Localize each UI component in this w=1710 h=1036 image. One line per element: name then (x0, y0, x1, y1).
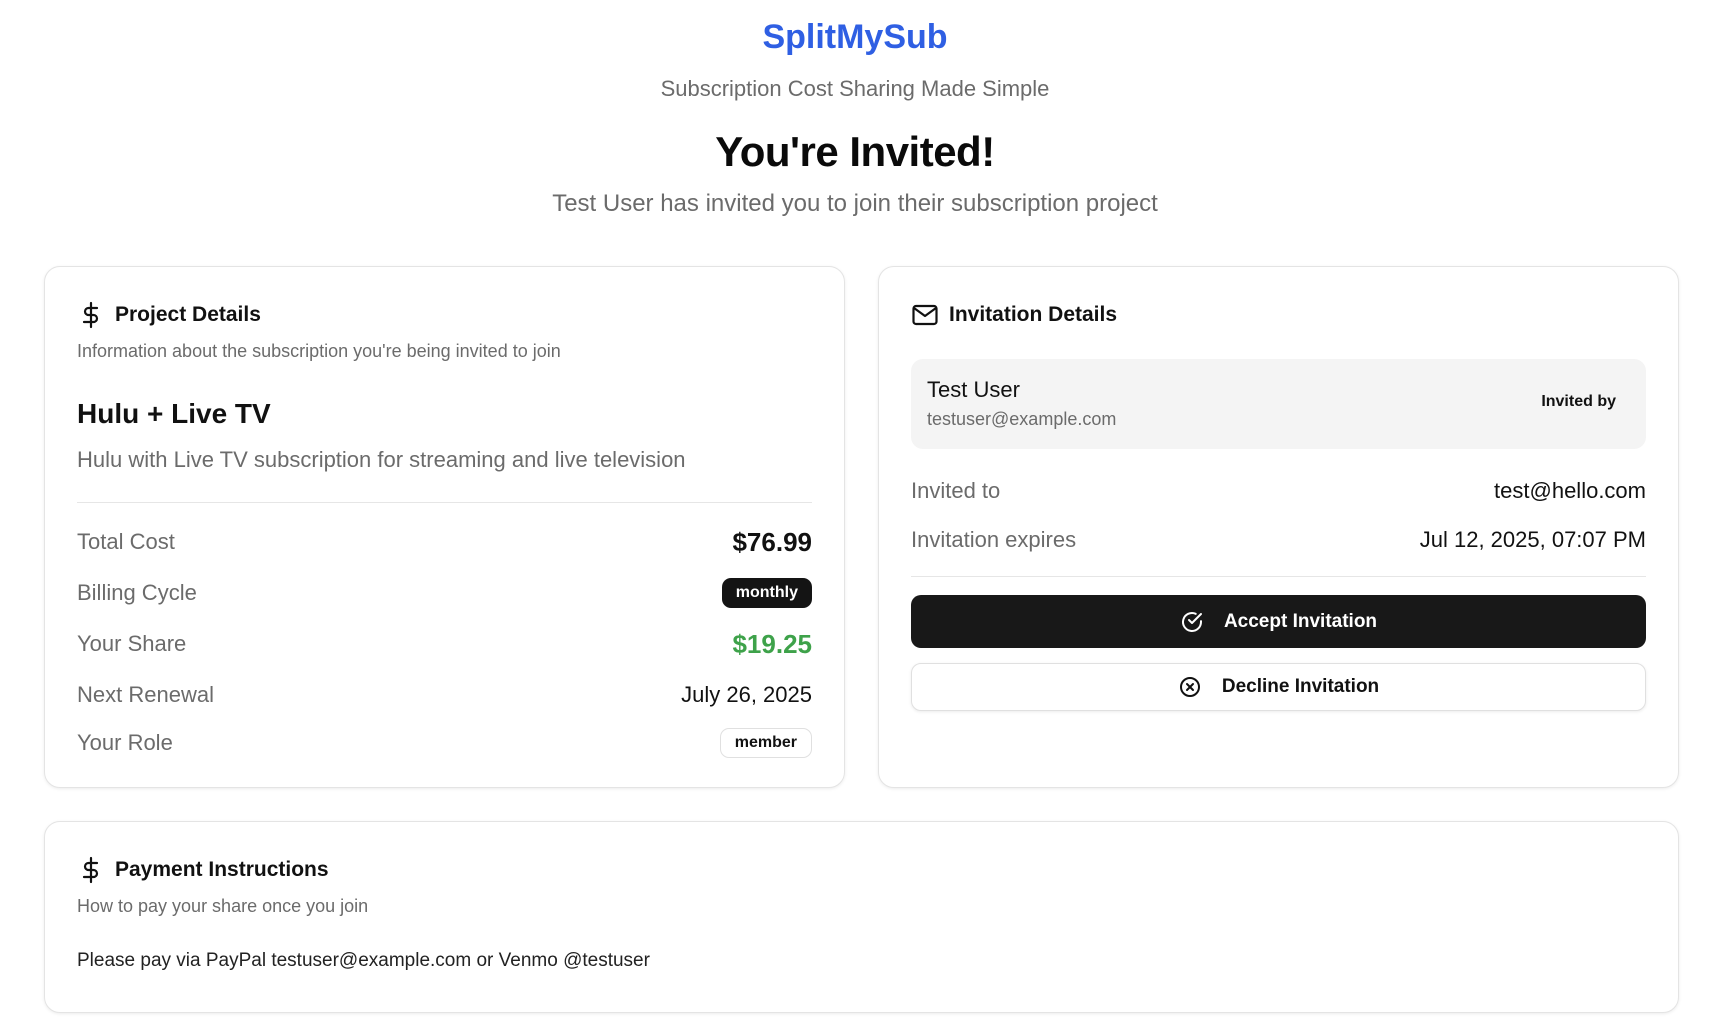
invited-by-tag: Invited by (1541, 393, 1616, 410)
total-cost-row: Total Cost $76.99 (77, 522, 812, 562)
card-title: Invitation Details (949, 303, 1118, 326)
billing-cycle-badge: monthly (721, 578, 812, 608)
your-share-label: Your Share (77, 631, 187, 656)
dollar-icon (77, 856, 105, 884)
project-description: Hulu with Live TV subscription for strea… (77, 447, 686, 472)
next-renewal-label: Next Renewal (77, 682, 214, 707)
card-description: Information about the subscription you'r… (77, 341, 561, 361)
divider (77, 502, 812, 503)
brand-title: SplitMySub (762, 18, 948, 56)
project-name: Hulu + Live TV (77, 398, 271, 429)
divider (911, 576, 1646, 577)
x-circle-icon (1178, 675, 1202, 699)
page-title: You're Invited! (715, 128, 995, 175)
expires-value: Jul 12, 2025, 07:07 PM (1419, 527, 1646, 552)
expires-label: Invitation expires (911, 527, 1077, 552)
card-description: How to pay your share once you join (77, 896, 369, 916)
card-title: Project Details (115, 303, 261, 326)
card-title: Payment Instructions (115, 858, 329, 881)
next-renewal-value: July 26, 2025 (681, 682, 812, 707)
payment-instructions-card: Payment Instructions How to pay your sha… (44, 821, 1679, 1013)
invited-to-label: Invited to (911, 478, 1001, 503)
accept-label: Accept Invitation (1223, 610, 1378, 632)
dollar-icon (77, 301, 105, 329)
your-share-row: Your Share $19.25 (77, 624, 812, 664)
total-cost-label: Total Cost (77, 529, 175, 554)
invited-to-row: Invited to test@hello.com (911, 471, 1646, 511)
total-cost-value: $76.99 (732, 526, 812, 557)
billing-cycle-row: Billing Cycle monthly (77, 573, 812, 613)
inviter-box: Test User testuser@example.com Invited b… (911, 359, 1646, 449)
your-share-value: $19.25 (732, 628, 812, 659)
inviter-email: testuser@example.com (927, 409, 1117, 429)
payment-instructions-text: Please pay via PayPal testuser@example.c… (77, 950, 650, 971)
invited-to-value: test@hello.com (1494, 478, 1646, 503)
inviter-name: Test User (927, 377, 1020, 402)
next-renewal-row: Next Renewal July 26, 2025 (77, 675, 812, 715)
your-role-row: Your Role member (77, 723, 812, 763)
page-subtitle: Test User has invited you to join their … (552, 190, 1158, 217)
mail-icon (911, 301, 939, 329)
your-role-badge: member (719, 728, 812, 758)
decline-invitation-button[interactable]: Decline Invitation (911, 663, 1646, 711)
decline-label: Decline Invitation (1221, 676, 1380, 697)
your-role-label: Your Role (77, 730, 173, 755)
check-circle-icon (1180, 610, 1204, 634)
accept-invitation-button[interactable]: Accept Invitation (911, 595, 1646, 648)
invitation-details-card: Invitation Details Test User testuser@ex… (878, 266, 1679, 788)
expires-row: Invitation expires Jul 12, 2025, 07:07 P… (911, 520, 1646, 560)
brand-tagline: Subscription Cost Sharing Made Simple (660, 76, 1050, 101)
project-details-card: Project Details Information about the su… (44, 266, 845, 788)
billing-cycle-label: Billing Cycle (77, 580, 197, 605)
